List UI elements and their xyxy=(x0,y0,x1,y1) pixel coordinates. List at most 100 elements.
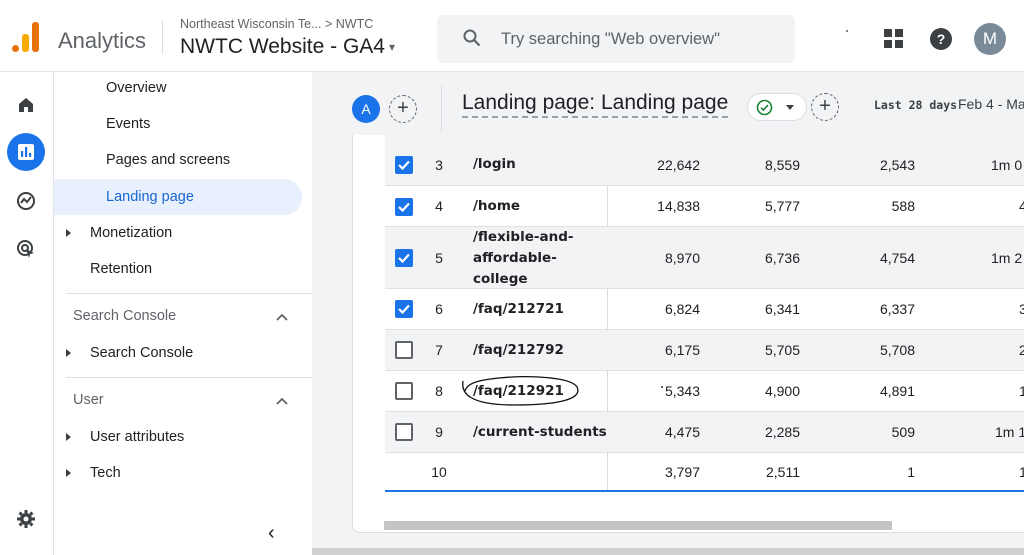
table-row[interactable]: 10 3,797 2,511 1 1 xyxy=(385,453,1024,491)
metric-cell: 1 xyxy=(1019,464,1024,480)
chevron-up-icon[interactable] xyxy=(275,396,289,406)
add-comparison-icon[interactable]: + xyxy=(389,95,417,123)
row-index: 10 xyxy=(431,464,447,480)
nav-item-label: Monetization xyxy=(90,225,173,241)
search-placeholder: Try searching "Web overview" xyxy=(501,30,720,48)
table-row[interactable]: 6 /faq/212721 6,824 6,341 6,337 3 xyxy=(385,289,1024,330)
collapse-nav-icon[interactable]: ‹ xyxy=(268,522,275,545)
top-bar: Analytics Northeast Wisconsin Te... > NW… xyxy=(0,0,1024,72)
reports-icon[interactable] xyxy=(7,133,45,171)
metric-cell: 588 xyxy=(891,198,915,214)
nav-item-monetization[interactable]: Monetization xyxy=(54,215,302,251)
metric-cell: 1m 2 xyxy=(991,250,1023,266)
metric-cell: 6,736 xyxy=(764,250,800,266)
nav-item-pages-and-screens[interactable]: Pages and screens xyxy=(54,142,302,178)
nav-item-search-console[interactable]: Search Console xyxy=(54,335,302,371)
page-scrollbar[interactable] xyxy=(312,548,1024,555)
property-selector[interactable]: NWTC Website - GA4 ▾ xyxy=(180,35,395,59)
metric-cell: 4,754 xyxy=(879,250,915,266)
table-row[interactable]: 8 /faq/212921 5,343 4,900 4,891 1 xyxy=(385,371,1024,412)
landing-page-cell[interactable]: /current-students xyxy=(473,422,607,443)
table-row[interactable]: 4 /home 14,838 5,777 588 4 xyxy=(385,186,1024,227)
metric-cell: 509 xyxy=(891,424,915,440)
metric-cell: 2,543 xyxy=(879,157,915,173)
search-box[interactable]: Try searching "Web overview" xyxy=(437,15,795,63)
nav-item-overview[interactable]: Overview xyxy=(54,70,302,106)
landing-page-cell[interactable]: /faq/212792 xyxy=(473,340,564,361)
metric-cell: 1 xyxy=(1019,383,1024,399)
report-status-dropdown[interactable] xyxy=(747,93,807,121)
row-checkbox[interactable] xyxy=(395,423,413,441)
stray-dot xyxy=(661,386,663,388)
search-icon xyxy=(463,29,481,47)
nav-divider xyxy=(66,293,343,294)
nav-item-retention[interactable]: Retention xyxy=(54,251,302,287)
account-breadcrumb[interactable]: Northeast Wisconsin Te... > NWTC xyxy=(180,17,373,31)
metric-cell: 5,343 xyxy=(664,383,700,399)
table-row[interactable]: 7 /faq/212792 6,175 5,705 5,708 2 xyxy=(385,330,1024,371)
nav-item-label: Search Console xyxy=(90,345,194,361)
section-header-user[interactable]: User xyxy=(73,392,104,408)
metric-cell: 4,900 xyxy=(764,383,800,399)
metric-cell: 8,559 xyxy=(764,157,800,173)
help-icon[interactable]: ? xyxy=(930,28,952,50)
metric-cell: 6,175 xyxy=(664,342,700,358)
landing-page-cell[interactable]: /login xyxy=(473,154,516,175)
row-checkbox[interactable] xyxy=(395,156,413,174)
row-checkbox[interactable] xyxy=(395,300,413,318)
account-avatar[interactable]: M xyxy=(974,23,1006,55)
nav-item-landing-page[interactable]: Landing page xyxy=(54,179,302,215)
row-checkbox[interactable] xyxy=(395,382,413,400)
table-row[interactable]: 3 /login 22,642 8,559 2,543 1m 0 xyxy=(385,135,1024,186)
metric-cell: 3 xyxy=(1019,301,1024,317)
report-area: A + Landing page: Landing page + Last 28… xyxy=(312,72,1024,555)
metric-cell: 2,511 xyxy=(766,464,800,480)
row-index: 8 xyxy=(435,383,443,399)
metric-cell: 1 xyxy=(907,464,915,480)
row-index: 3 xyxy=(435,157,443,173)
metric-cell: 5,777 xyxy=(764,198,800,214)
chevron-up-icon[interactable] xyxy=(275,312,289,322)
settings-icon[interactable] xyxy=(7,500,45,538)
apps-grid-icon[interactable] xyxy=(884,29,904,49)
metric-cell: 2 xyxy=(1019,342,1024,358)
row-checkbox[interactable] xyxy=(395,249,413,267)
row-checkbox[interactable] xyxy=(395,341,413,359)
check-circle-icon xyxy=(756,99,773,116)
hand-drawn-circle-annotation xyxy=(462,376,579,406)
advertising-icon[interactable] xyxy=(7,230,45,268)
date-range-label[interactable]: Last 28 days xyxy=(874,98,957,112)
metric-cell: 4,891 xyxy=(879,383,915,399)
metric-cell: 5,705 xyxy=(764,342,800,358)
comparison-segment-a[interactable]: A xyxy=(352,95,380,123)
date-range-value[interactable]: Feb 4 - Ma xyxy=(958,96,1024,112)
add-filter-icon[interactable]: + xyxy=(811,93,839,121)
expand-triangle-icon xyxy=(66,229,71,237)
landing-page-cell[interactable]: /flexible-and- affordable- college xyxy=(473,227,573,290)
table-row[interactable]: 9 /current-students 4,475 2,285 509 1m 1 xyxy=(385,412,1024,453)
home-icon[interactable] xyxy=(7,86,45,124)
row-index: 5 xyxy=(435,250,443,266)
analytics-logo-icon[interactable] xyxy=(12,22,40,52)
row-checkbox[interactable] xyxy=(395,198,413,216)
row-index: 6 xyxy=(435,301,443,317)
landing-page-cell[interactable]: /home xyxy=(473,196,520,217)
horizontal-scrollbar[interactable] xyxy=(384,521,892,530)
explore-icon[interactable] xyxy=(7,182,45,220)
metric-cell: 22,642 xyxy=(657,157,700,173)
nav-item-events[interactable]: Events xyxy=(54,106,302,142)
report-table-card: 3 /login 22,642 8,559 2,543 1m 0 4 /home… xyxy=(352,135,1024,533)
nav-item-user-attributes[interactable]: User attributes xyxy=(54,419,302,455)
metric-cell: 1m 1 xyxy=(995,424,1024,440)
landing-page-cell[interactable]: /faq/212721 xyxy=(473,299,564,320)
expand-triangle-icon xyxy=(66,433,71,441)
metric-cell: 2,285 xyxy=(764,424,800,440)
report-title[interactable]: Landing page: Landing page xyxy=(462,91,729,118)
nav-divider xyxy=(66,377,343,378)
table-row[interactable]: 5 /flexible-and- affordable- college 8,9… xyxy=(385,227,1024,289)
expand-triangle-icon xyxy=(66,349,71,357)
nav-item-tech[interactable]: Tech xyxy=(54,455,302,491)
expand-triangle-icon xyxy=(66,469,71,477)
row-index: 7 xyxy=(435,342,443,358)
section-header-search-console[interactable]: Search Console xyxy=(73,308,176,324)
